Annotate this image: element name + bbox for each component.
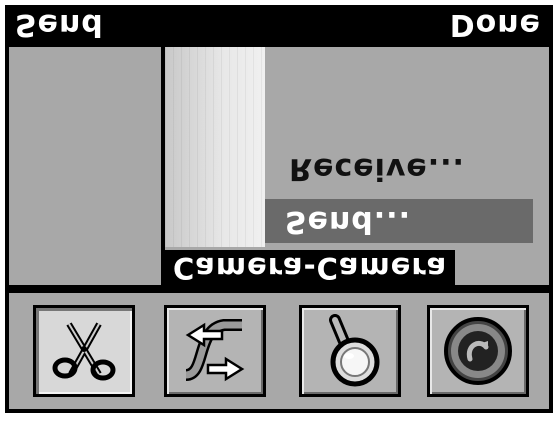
scissors-button[interactable]	[33, 305, 135, 397]
magnifier-button[interactable]	[299, 305, 401, 397]
left-pane	[9, 47, 165, 285]
toolbar	[9, 293, 549, 409]
content-area: Receive... Send... Camera-Camera	[9, 47, 549, 286]
stripe-pattern	[165, 47, 265, 247]
list-item-receive[interactable]: Receive...	[289, 151, 465, 186]
list-title: Camera-Camera	[173, 251, 448, 285]
power-button[interactable]	[427, 305, 529, 397]
power-icon	[444, 317, 512, 385]
top-bar: Send Done	[5, 5, 553, 43]
scissors-icon	[52, 322, 116, 381]
exchange-button[interactable]	[164, 305, 266, 397]
send-button[interactable]: Send	[15, 5, 104, 43]
exchange-arrows-icon	[184, 319, 245, 382]
list-item-send[interactable]: Send...	[285, 199, 411, 243]
app-window: Send Done Receive... Send... Camera-Came…	[5, 5, 553, 413]
done-button[interactable]: Done	[450, 5, 541, 43]
magnifier-icon	[329, 314, 380, 387]
